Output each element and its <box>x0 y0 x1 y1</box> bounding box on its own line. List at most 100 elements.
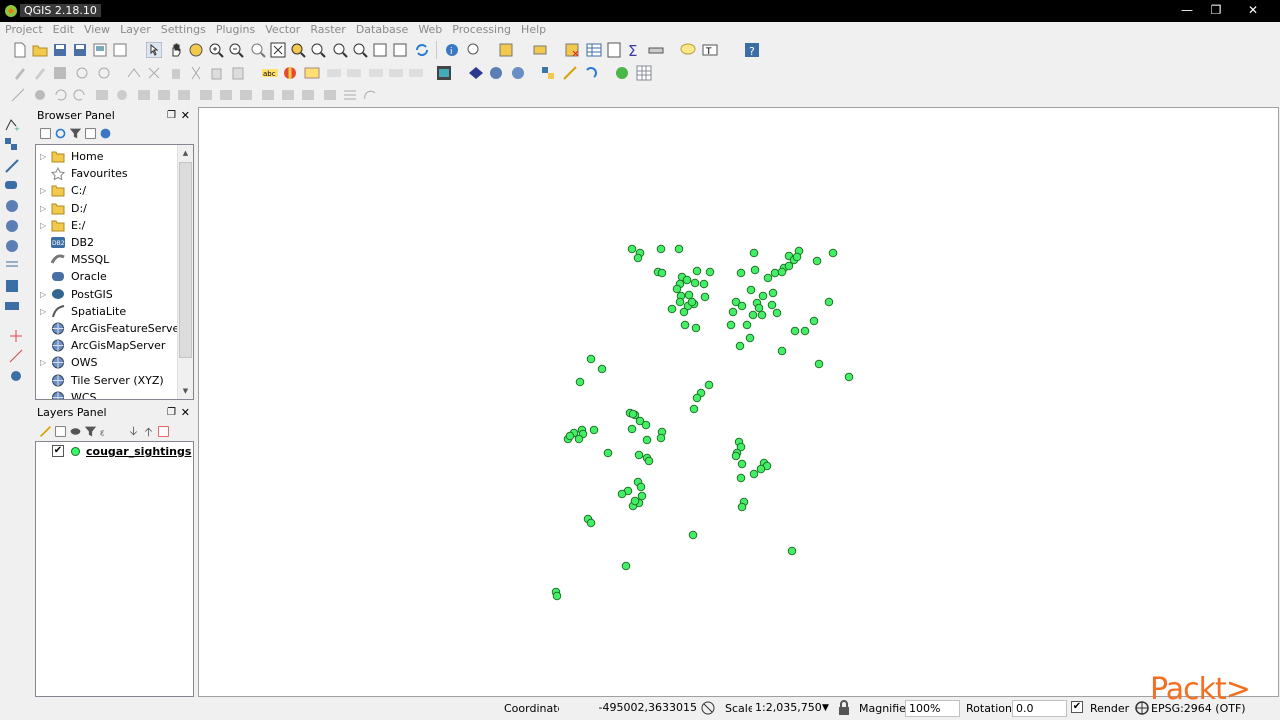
georeferencer-icon[interactable] <box>468 65 484 81</box>
toggle-extents-icon[interactable] <box>700 700 716 716</box>
new-shapefile-icon[interactable] <box>8 328 24 344</box>
redo-icon[interactable] <box>72 87 88 103</box>
cougar-sighting-point[interactable] <box>787 546 797 556</box>
deselect-icon[interactable] <box>564 42 580 58</box>
cougar-sighting-point[interactable] <box>812 256 822 266</box>
menu-web[interactable]: Web <box>413 22 447 38</box>
reshape-icon[interactable] <box>218 87 234 103</box>
cougar-sighting-point[interactable] <box>699 279 709 289</box>
browser-item[interactable]: Oracle <box>36 268 176 285</box>
new-project-icon[interactable] <box>12 42 28 58</box>
label-pin-icon[interactable] <box>304 65 320 81</box>
label-rotate-icon[interactable] <box>346 65 362 81</box>
cougar-sighting-point[interactable] <box>768 288 778 298</box>
browser-item[interactable]: ArcGisMapServer <box>36 337 176 354</box>
filter-icon[interactable] <box>69 127 82 140</box>
processing-toolbox-icon[interactable] <box>614 65 630 81</box>
measure-icon[interactable] <box>466 42 482 58</box>
cougar-sighting-point[interactable] <box>589 425 599 435</box>
cut-features-icon[interactable] <box>188 65 204 81</box>
menu-view[interactable]: View <box>79 22 115 38</box>
cougar-sighting-point[interactable] <box>656 433 666 443</box>
cougar-sighting-point[interactable] <box>749 469 759 479</box>
add-part-icon[interactable] <box>136 87 152 103</box>
zoom-last-icon[interactable] <box>332 42 348 58</box>
metasearch-icon[interactable] <box>510 65 526 81</box>
undo-arrow-icon[interactable] <box>582 65 598 81</box>
cougar-sighting-point[interactable] <box>777 267 787 277</box>
expand-arrow-icon[interactable]: ▷ <box>40 148 48 165</box>
coordinate-field[interactable]: -495002,3633015 <box>559 700 700 717</box>
browser-item[interactable]: ArcGisFeatureServer <box>36 320 184 337</box>
merge-attributes-icon[interactable] <box>322 87 338 103</box>
menu-vector[interactable]: Vector <box>260 22 305 38</box>
label-abc-icon[interactable]: abc <box>262 65 278 81</box>
menu-project[interactable]: Project <box>0 22 48 38</box>
menu-help[interactable]: Help <box>516 22 551 38</box>
cougar-sighting-point[interactable] <box>735 341 745 351</box>
manage-map-themes-icon[interactable] <box>69 425 82 438</box>
split-parts-icon[interactable] <box>280 87 296 103</box>
simplify-icon[interactable] <box>94 87 110 103</box>
cougar-sighting-point[interactable] <box>824 297 834 307</box>
scroll-up-icon[interactable]: ▲ <box>178 145 193 161</box>
info-icon[interactable] <box>99 127 112 140</box>
merge-features-icon[interactable] <box>300 87 316 103</box>
zoom-next-icon[interactable] <box>352 42 368 58</box>
cougar-sighting-point[interactable] <box>746 285 756 295</box>
expand-arrow-icon[interactable]: ▷ <box>40 182 48 199</box>
cougar-sighting-point[interactable] <box>700 292 710 302</box>
split-features-icon[interactable] <box>260 87 276 103</box>
cougar-sighting-point[interactable] <box>692 266 702 276</box>
cougar-sighting-point[interactable] <box>630 496 640 506</box>
layer-item[interactable]: ✔ cougar_sightings <box>36 443 191 460</box>
browser-scrollbar[interactable]: ▲ ▼ <box>177 145 193 399</box>
cougar-sighting-point[interactable] <box>675 297 685 307</box>
menu-raster[interactable]: Raster <box>305 22 350 38</box>
save-project-icon[interactable] <box>52 42 68 58</box>
filter-legend-icon[interactable] <box>84 425 97 438</box>
cougar-sighting-point[interactable] <box>684 290 694 300</box>
open-project-icon[interactable] <box>32 42 48 58</box>
cougar-sighting-point[interactable] <box>749 248 759 258</box>
add-group-icon[interactable] <box>54 425 67 438</box>
paste-features-icon[interactable] <box>230 65 246 81</box>
rotate-symbols-icon[interactable] <box>342 87 358 103</box>
magnifier-spinbox[interactable]: 100% <box>905 700 960 717</box>
browser-item[interactable]: DB2 DB2 <box>36 234 176 251</box>
map-tips-icon[interactable] <box>392 42 408 58</box>
new-map-view-icon[interactable] <box>372 42 388 58</box>
scale-combobox[interactable]: 1:2,035,750 <box>752 700 832 717</box>
cougar-sighting-point[interactable] <box>617 489 627 499</box>
zoom-selection-icon[interactable] <box>290 42 306 58</box>
cougar-sighting-point[interactable] <box>736 473 746 483</box>
cougar-sighting-point[interactable] <box>736 268 746 278</box>
tracing-icon[interactable] <box>362 87 378 103</box>
cougar-sighting-point[interactable] <box>634 450 644 460</box>
delete-ring-icon[interactable] <box>176 87 192 103</box>
open-layer-styling-icon[interactable] <box>39 425 52 438</box>
digitize-icon[interactable] <box>10 87 26 103</box>
cougar-sighting-point[interactable] <box>690 278 700 288</box>
float-panel-icon[interactable]: ❐ <box>167 405 176 421</box>
add-wms-icon[interactable] <box>4 198 20 214</box>
cougar-sighting-point[interactable] <box>792 252 802 262</box>
new-print-composer-icon[interactable] <box>92 42 108 58</box>
map-canvas[interactable] <box>198 107 1279 697</box>
cougar-sighting-point[interactable] <box>790 326 800 336</box>
expand-all-icon[interactable] <box>127 425 140 438</box>
float-panel-icon[interactable]: ❐ <box>167 108 176 124</box>
cougar-sighting-point[interactable] <box>575 377 585 387</box>
add-geonode-icon[interactable] <box>4 298 20 314</box>
browser-item[interactable]: Favourites <box>36 165 176 182</box>
add-wcs-icon[interactable] <box>4 218 20 234</box>
node-tool-icon[interactable] <box>126 65 142 81</box>
remove-layer-icon[interactable] <box>157 425 170 438</box>
cougar-sighting-point[interactable] <box>621 561 631 571</box>
zoom-in-icon[interactable] <box>208 42 224 58</box>
cougar-sighting-point[interactable] <box>750 265 760 275</box>
cougar-sighting-point[interactable] <box>679 307 689 317</box>
cougar-sighting-point[interactable] <box>758 291 768 301</box>
cougar-sighting-point[interactable] <box>784 261 794 271</box>
cougar-sighting-point[interactable] <box>674 244 684 254</box>
